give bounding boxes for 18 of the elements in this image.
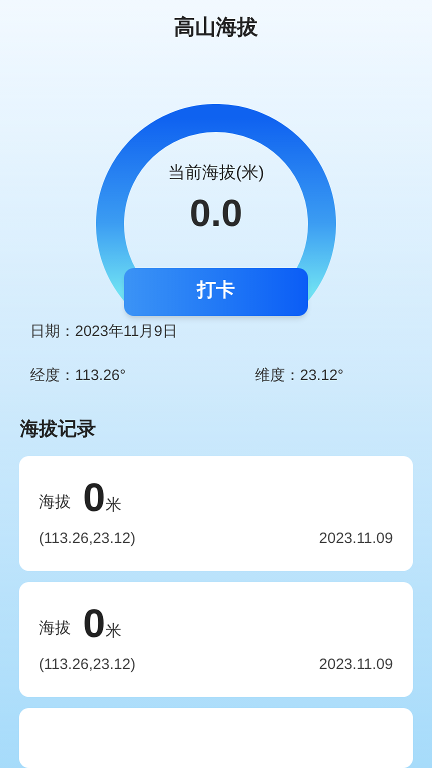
unit-text: 米 (105, 496, 122, 516)
coordinates-text: (113.26,23.12) (39, 529, 136, 549)
record-date: 2023.11.09 (319, 529, 393, 549)
page-title: 高山海拔 (174, 14, 258, 41)
check-in-button[interactable]: 打卡 (124, 268, 308, 316)
altitude-value: 0.0 (190, 195, 242, 233)
record-label: 海拔 (39, 619, 71, 639)
unit-text: 米 (105, 622, 122, 642)
coordinates-text: (113.26,23.12) (39, 655, 136, 675)
longitude-text: 经度：113.26° (30, 366, 127, 386)
record-date: 2023.11.09 (319, 655, 393, 675)
record-value: 0 (83, 478, 106, 518)
gauge-label: 当前海拔(米) (168, 162, 264, 184)
section-title: 海拔记录 (18, 418, 97, 442)
record-label: 海拔 (39, 493, 71, 513)
date-text: 日期：2023年11月9日 (30, 322, 178, 342)
record-value: 0 (83, 604, 106, 644)
latitude-text: 维度：23.12° (255, 366, 344, 386)
